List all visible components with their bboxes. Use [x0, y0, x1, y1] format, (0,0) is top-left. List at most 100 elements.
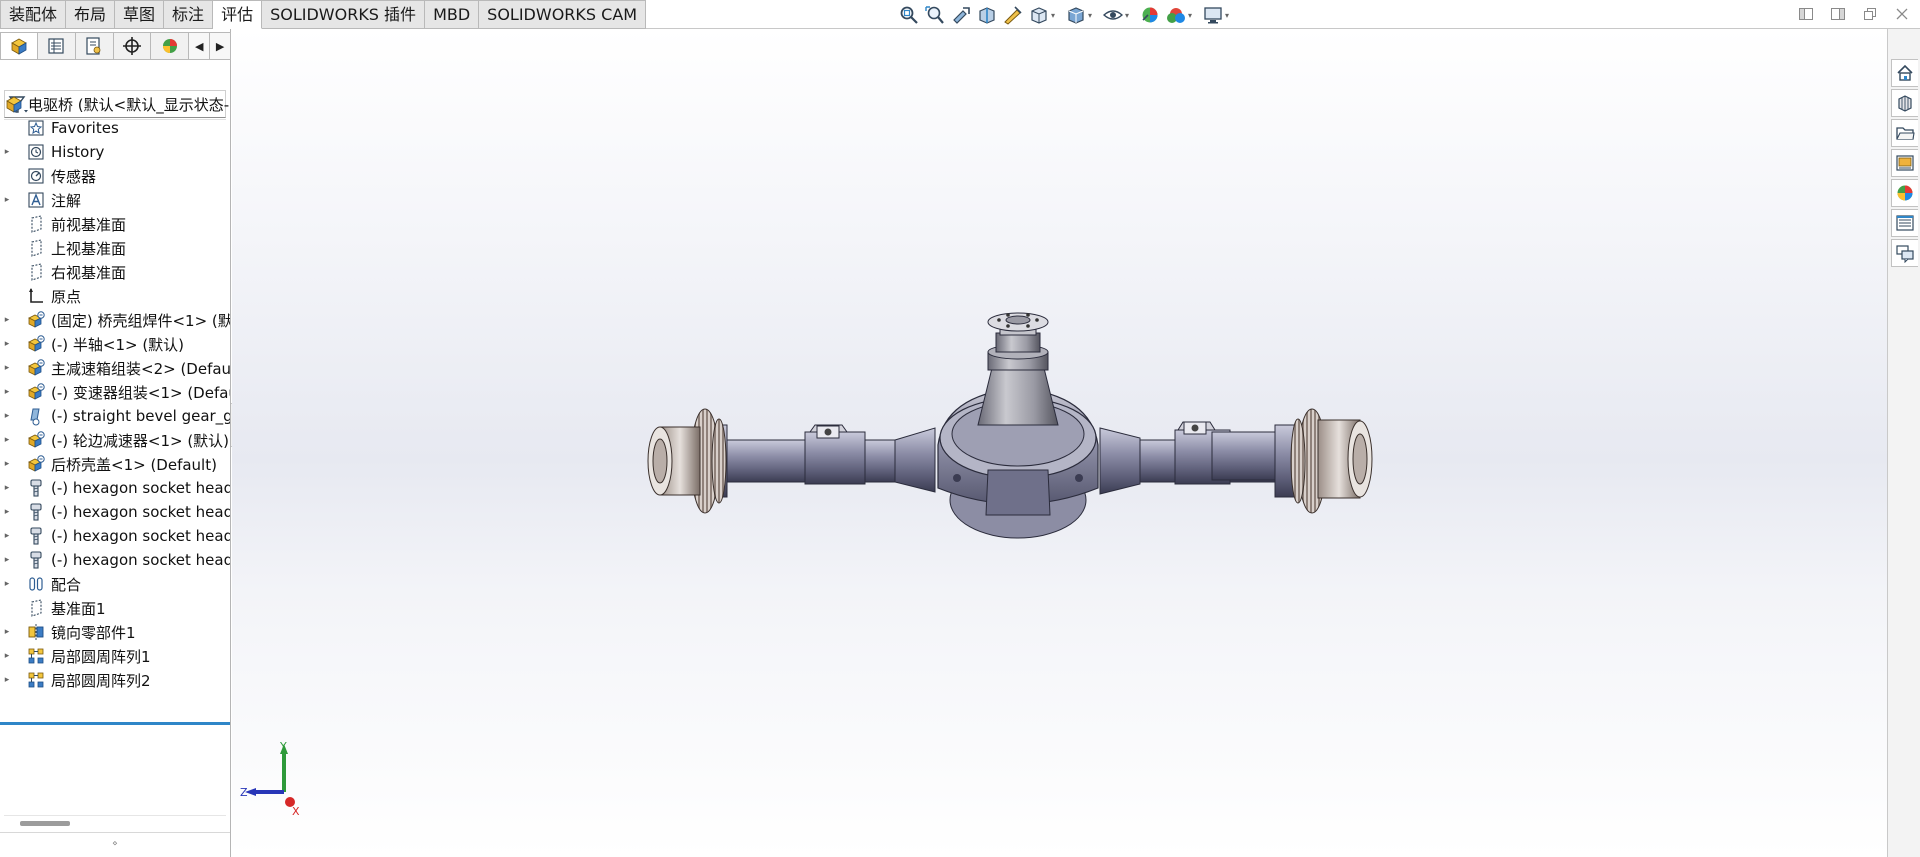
expand-arrow-icon[interactable]: ▸ — [0, 675, 14, 685]
dimxpert-tab[interactable] — [113, 32, 152, 60]
triad-z-label: Z — [240, 786, 248, 799]
tree-node[interactable]: ▸ (-) hexagon socket head — [0, 524, 230, 548]
tree-node-label: 基准面1 — [51, 599, 106, 618]
featuremanager-tab[interactable] — [0, 32, 38, 60]
expand-arrow-icon[interactable]: ▸ — [0, 627, 14, 637]
wheel-hub-right[interactable] — [1274, 408, 1373, 514]
task-pane-appearances-tab[interactable] — [1891, 179, 1918, 207]
tree-node[interactable]: ▸ 注解 — [0, 188, 230, 212]
rollback-bar[interactable] — [0, 722, 230, 725]
wheel-hub-left[interactable] — [647, 408, 728, 514]
pinion-input-flange[interactable] — [977, 312, 1059, 426]
tree-node[interactable]: ▸ (-) hexagon socket head — [0, 548, 230, 572]
tree-node[interactable]: ▸ (-) 轮边减速器<1> (默认) — [0, 428, 230, 452]
expand-arrow-icon[interactable]: ▸ — [0, 339, 14, 349]
tab-sketch[interactable]: 草图 — [115, 0, 165, 29]
expand-arrow-icon[interactable]: ▸ — [0, 387, 14, 397]
zoom-to-area-icon[interactable] — [924, 4, 946, 26]
tile-left-icon[interactable] — [1798, 6, 1814, 22]
tree-node[interactable]: 原点 — [0, 284, 230, 308]
task-pane-file-explorer-tab[interactable] — [1891, 119, 1918, 147]
axle-assembly-model[interactable] — [232, 29, 1887, 857]
expand-arrow-icon[interactable]: ▸ — [0, 555, 14, 565]
expand-arrow-icon[interactable]: ▸ — [0, 363, 14, 373]
apply-scene-dropdown-arrow[interactable]: ▾ — [1188, 4, 1196, 26]
expand-arrow-icon[interactable]: ▸ — [0, 147, 14, 157]
task-pane-view-palette-tab[interactable] — [1891, 149, 1918, 177]
graphics-area[interactable] — [232, 29, 1887, 857]
expand-arrow-icon[interactable]: ▸ — [0, 459, 14, 469]
close-document-icon[interactable] — [1894, 6, 1910, 22]
hide-show-dropdown-arrow[interactable]: ▾ — [1125, 4, 1133, 26]
tree-node[interactable]: ▸ (-) hexagon socket head — [0, 500, 230, 524]
expand-arrow-icon[interactable]: ▸ — [0, 315, 14, 325]
tab-assembly[interactable]: 装配体 — [0, 0, 67, 29]
tree-node[interactable]: 基准面1 — [0, 596, 230, 620]
display-style-dropdown-arrow[interactable]: ▾ — [1088, 4, 1096, 26]
edit-appearance-icon[interactable] — [1139, 4, 1161, 26]
displaymanager-tab[interactable] — [151, 32, 190, 60]
configurationmanager-tab[interactable] — [75, 32, 114, 60]
expand-arrow-icon[interactable]: ▸ — [0, 435, 14, 445]
hide-show-items-icon[interactable] — [1102, 4, 1124, 26]
tree-node[interactable]: ▸ (-) straight bevel gear_gb — [0, 404, 230, 428]
tree-root-assembly[interactable]: 电驱桥 (默认<默认_显示状态- — [0, 92, 230, 116]
screw-icon — [26, 502, 46, 522]
axle-housing-right[interactable] — [1099, 421, 1283, 495]
view-settings-icon[interactable] — [1202, 4, 1224, 26]
tree-node[interactable]: ▸ 主减速箱组装<2> (Default — [0, 356, 230, 380]
tree-node[interactable]: 右视基准面 — [0, 260, 230, 284]
tab-layout[interactable]: 布局 — [66, 0, 116, 29]
tree-node[interactable]: ▸ History — [0, 140, 230, 164]
subassembly-icon — [26, 430, 46, 450]
view-orientation-dropdown-arrow[interactable]: ▾ — [1051, 4, 1059, 26]
tree-node[interactable]: ▸ 后桥壳盖<1> (Default) — [0, 452, 230, 476]
expand-arrow-icon[interactable]: ▸ — [0, 507, 14, 517]
tree-node[interactable]: ▸ (-) hexagon socket head — [0, 476, 230, 500]
task-pane-design-library-tab[interactable] — [1891, 89, 1918, 117]
apply-scene-icon[interactable] — [1165, 4, 1187, 26]
expand-arrow-icon[interactable]: ▸ — [0, 579, 14, 589]
expand-arrow-icon[interactable]: ▸ — [0, 483, 14, 493]
tree-node[interactable]: ▸ 局部圆周阵列2 — [0, 668, 230, 692]
tree-node-label: 上视基准面 — [51, 239, 127, 258]
tab-mbd[interactable]: MBD — [425, 0, 480, 29]
axle-housing-left[interactable] — [724, 424, 936, 493]
view-settings-dropdown-arrow[interactable]: ▾ — [1225, 4, 1233, 26]
tab-solidworks-addins[interactable]: SOLIDWORKS 插件 — [262, 0, 426, 29]
display-style-icon[interactable] — [1065, 4, 1087, 26]
tree-node[interactable]: Favorites — [0, 116, 230, 140]
expand-arrow-icon[interactable]: ▸ — [0, 195, 14, 205]
tab-markup[interactable]: 标注 — [164, 0, 214, 29]
horizontal-scrollbar[interactable] — [4, 815, 226, 829]
dynamic-annotation-icon[interactable] — [1002, 4, 1024, 26]
tree-node[interactable]: ▸ (-) 变速器组装<1> (Defau — [0, 380, 230, 404]
zoom-to-fit-icon[interactable] — [898, 4, 920, 26]
tab-scroll-left-button[interactable]: ◀ — [189, 32, 211, 60]
tile-right-icon[interactable] — [1830, 6, 1846, 22]
tree-node[interactable]: ▸ (-) 半轴<1> (默认) — [0, 332, 230, 356]
previous-view-icon[interactable] — [950, 4, 972, 26]
tab-solidworks-cam[interactable]: SOLIDWORKS CAM — [479, 0, 647, 29]
section-view-icon[interactable] — [976, 4, 998, 26]
tree-node[interactable]: 上视基准面 — [0, 236, 230, 260]
restore-window-icon[interactable] — [1862, 6, 1878, 22]
tree-node[interactable]: ▸ 镜向零部件1 — [0, 620, 230, 644]
expand-arrow-icon[interactable]: ▸ — [0, 651, 14, 661]
task-pane-forum-tab[interactable] — [1891, 239, 1918, 267]
tab-scroll-right-button[interactable]: ▶ — [210, 32, 232, 60]
scrollbar-thumb[interactable] — [20, 821, 70, 826]
tab-evaluate[interactable]: 评估 — [213, 0, 263, 29]
task-pane-home-tab[interactable] — [1891, 59, 1918, 87]
tree-node[interactable]: ▸ 配合 — [0, 572, 230, 596]
tree-node[interactable]: 前视基准面 — [0, 212, 230, 236]
propertymanager-tab[interactable] — [37, 32, 76, 60]
expand-arrow-icon[interactable]: ▸ — [0, 531, 14, 541]
view-orientation-icon[interactable] — [1028, 4, 1050, 26]
task-pane-custom-properties-tab[interactable] — [1891, 209, 1918, 237]
panel-resize-grip[interactable]: ⋄ — [0, 832, 230, 856]
tree-node[interactable]: 传感器 — [0, 164, 230, 188]
expand-arrow-icon[interactable]: ▸ — [0, 411, 14, 421]
tree-node[interactable]: ▸ 局部圆周阵列1 — [0, 644, 230, 668]
tree-node[interactable]: ▸ (固定) 桥壳组焊件<1> (默认 — [0, 308, 230, 332]
